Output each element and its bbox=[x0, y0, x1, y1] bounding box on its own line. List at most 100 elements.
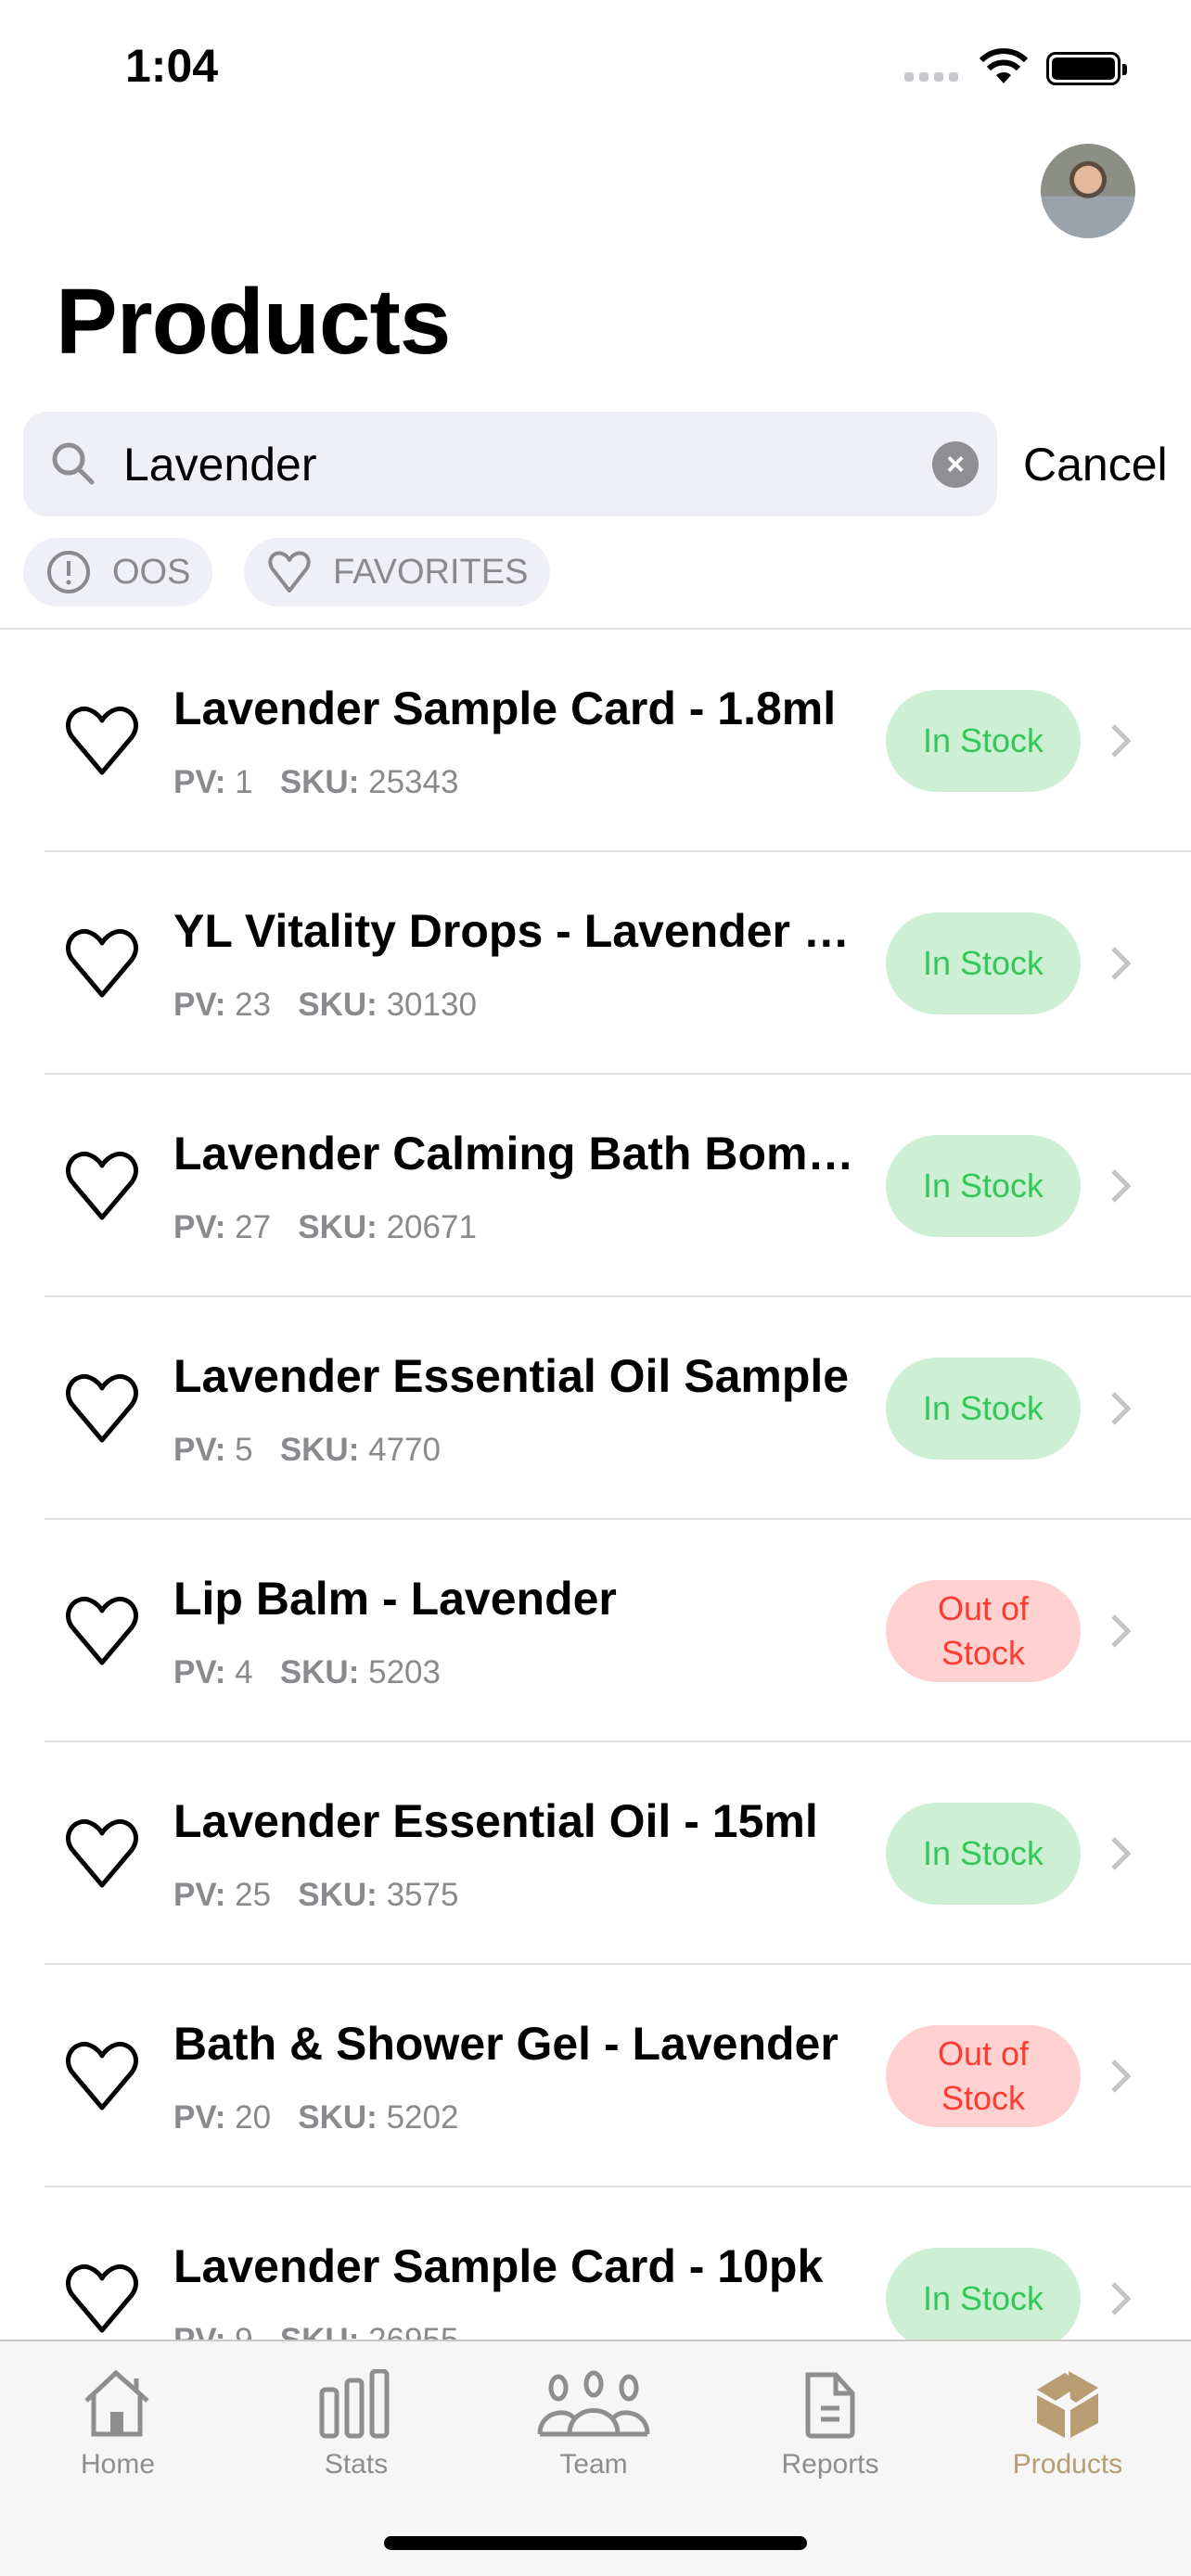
product-name: YL Vitality Drops - Lavender Lemonade bbox=[173, 905, 860, 957]
favorite-heart-icon[interactable] bbox=[63, 1149, 141, 1223]
product-meta: PV: 5 SKU: 4770 bbox=[173, 1432, 441, 1469]
cancel-button[interactable]: Cancel bbox=[1023, 438, 1168, 491]
product-meta: PV: 1 SKU: 25343 bbox=[173, 764, 458, 801]
chevron-right-icon bbox=[1111, 1169, 1132, 1203]
product-name: Lavender Calming Bath Bombs bbox=[173, 1128, 860, 1180]
product-row[interactable]: Lavender Essential Oil - 15ml PV: 25 SKU… bbox=[0, 1742, 1191, 1965]
chevron-right-icon bbox=[1111, 1614, 1132, 1648]
favorite-heart-icon[interactable] bbox=[63, 704, 141, 778]
chevron-right-icon bbox=[1111, 1837, 1132, 1870]
home-indicator bbox=[384, 2536, 807, 2550]
product-name: Lavender Sample Card - 1.8ml bbox=[173, 682, 837, 734]
filter-favorites-label: FAVORITES bbox=[333, 552, 529, 592]
stock-status-badge: In Stock bbox=[886, 690, 1081, 792]
sku-label: SKU: bbox=[298, 1877, 378, 1913]
stock-status-badge: In Stock bbox=[886, 1358, 1081, 1460]
pv-label: PV: bbox=[173, 1654, 226, 1690]
cellular-signal-icon bbox=[904, 72, 958, 82]
sku-value: 5202 bbox=[386, 2099, 459, 2136]
pv-label: PV: bbox=[173, 2099, 226, 2136]
tab-products-label: Products bbox=[1012, 2449, 1123, 2480]
clear-search-icon[interactable]: × bbox=[932, 441, 979, 488]
tab-team-label: Team bbox=[559, 2449, 628, 2480]
tab-reports[interactable]: Reports bbox=[737, 2369, 923, 2480]
product-row[interactable]: YL Vitality Drops - Lavender Lemonade PV… bbox=[0, 852, 1191, 1075]
avatar[interactable] bbox=[1041, 144, 1135, 238]
reports-icon bbox=[805, 2372, 855, 2439]
stats-icon bbox=[319, 2369, 390, 2439]
pv-value: 5 bbox=[235, 1432, 253, 1468]
pv-value: 1 bbox=[235, 764, 253, 800]
tab-stats[interactable]: Stats bbox=[263, 2369, 449, 2480]
chevron-right-icon bbox=[1111, 1392, 1132, 1425]
page-title: Products bbox=[56, 270, 451, 374]
tab-stats-label: Stats bbox=[324, 2449, 389, 2480]
filter-favorites-chip[interactable]: FAVORITES bbox=[244, 538, 551, 606]
team-icon bbox=[537, 2370, 650, 2437]
pv-value: 4 bbox=[235, 1654, 253, 1690]
exclamation-circle-icon bbox=[47, 551, 90, 593]
sku-value: 25343 bbox=[368, 764, 459, 800]
sku-value: 30130 bbox=[386, 987, 477, 1023]
sku-label: SKU: bbox=[279, 1432, 360, 1468]
stock-status-text: In Stock bbox=[922, 1167, 1044, 1205]
product-meta: PV: 4 SKU: 5203 bbox=[173, 1654, 441, 1691]
product-name: Bath & Shower Gel - Lavender bbox=[173, 2018, 839, 2070]
filter-oos-label: OOS bbox=[112, 552, 191, 592]
sku-label: SKU: bbox=[279, 1654, 360, 1690]
product-row[interactable]: Bath & Shower Gel - Lavender PV: 20 SKU:… bbox=[0, 1965, 1191, 2187]
chevron-right-icon bbox=[1111, 724, 1132, 758]
favorite-heart-icon[interactable] bbox=[63, 1817, 141, 1891]
stock-status-badge: In Stock bbox=[886, 1135, 1081, 1237]
favorite-heart-icon[interactable] bbox=[63, 2262, 141, 2336]
product-row[interactable]: Lavender Essential Oil Sample PV: 5 SKU:… bbox=[0, 1297, 1191, 1520]
chevron-right-icon bbox=[1111, 947, 1132, 980]
favorite-heart-icon[interactable] bbox=[63, 1594, 141, 1668]
search-field[interactable]: Lavender × bbox=[23, 412, 997, 516]
product-meta: PV: 27 SKU: 20671 bbox=[173, 1209, 477, 1246]
pv-label: PV: bbox=[173, 764, 226, 800]
tab-home-label: Home bbox=[80, 2449, 156, 2480]
heart-icon bbox=[268, 551, 311, 593]
product-meta: PV: 20 SKU: 5202 bbox=[173, 2099, 458, 2136]
stock-status-text: In Stock bbox=[922, 721, 1044, 759]
home-icon bbox=[84, 2369, 149, 2437]
filter-oos-chip[interactable]: OOS bbox=[23, 538, 213, 606]
stock-status-text: Out of Stock bbox=[937, 2034, 1030, 2117]
stock-status-badge: In Stock bbox=[886, 912, 1081, 1014]
pv-value: 23 bbox=[235, 987, 272, 1023]
product-row[interactable]: Lip Balm - Lavender PV: 4 SKU: 5203 Out … bbox=[0, 1520, 1191, 1742]
favorite-heart-icon[interactable] bbox=[63, 2039, 141, 2113]
stock-status-badge: In Stock bbox=[886, 2248, 1081, 2350]
product-row[interactable]: Lavender Sample Card - 1.8ml PV: 1 SKU: … bbox=[0, 630, 1191, 852]
wifi-icon bbox=[979, 48, 1029, 83]
product-meta: PV: 25 SKU: 3575 bbox=[173, 1877, 458, 1914]
search-input[interactable]: Lavender bbox=[123, 438, 317, 491]
product-row[interactable]: Lavender Calming Bath Bombs PV: 27 SKU: … bbox=[0, 1075, 1191, 1297]
tab-products[interactable]: Products bbox=[975, 2369, 1160, 2480]
pv-value: 25 bbox=[235, 1877, 272, 1913]
product-name: Lavender Essential Oil - 15ml bbox=[173, 1795, 818, 1847]
sku-value: 4770 bbox=[368, 1432, 441, 1468]
stock-status-badge: Out of Stock bbox=[886, 2025, 1081, 2127]
pv-value: 27 bbox=[235, 1209, 272, 1245]
battery-icon bbox=[1046, 52, 1127, 85]
tab-team[interactable]: Team bbox=[501, 2369, 686, 2480]
product-name: Lip Balm - Lavender bbox=[173, 1573, 617, 1625]
products-box-icon bbox=[1037, 2371, 1098, 2438]
favorite-heart-icon[interactable] bbox=[63, 926, 141, 1001]
stock-status-text: In Stock bbox=[922, 2279, 1044, 2317]
favorite-heart-icon[interactable] bbox=[63, 1371, 141, 1446]
stock-status-badge: In Stock bbox=[886, 1803, 1081, 1905]
stock-status-text: Out of Stock bbox=[937, 1589, 1030, 1672]
sku-label: SKU: bbox=[298, 987, 378, 1023]
stock-status-text: In Stock bbox=[922, 1389, 1044, 1427]
sku-value: 3575 bbox=[386, 1877, 459, 1913]
tab-home[interactable]: Home bbox=[25, 2369, 211, 2480]
sku-value: 5203 bbox=[368, 1654, 441, 1690]
stock-status-badge: Out of Stock bbox=[886, 1580, 1081, 1682]
pv-label: PV: bbox=[173, 1432, 226, 1468]
product-meta: PV: 23 SKU: 30130 bbox=[173, 987, 477, 1024]
status-time: 1:04 bbox=[125, 40, 219, 92]
tab-reports-label: Reports bbox=[781, 2449, 879, 2480]
